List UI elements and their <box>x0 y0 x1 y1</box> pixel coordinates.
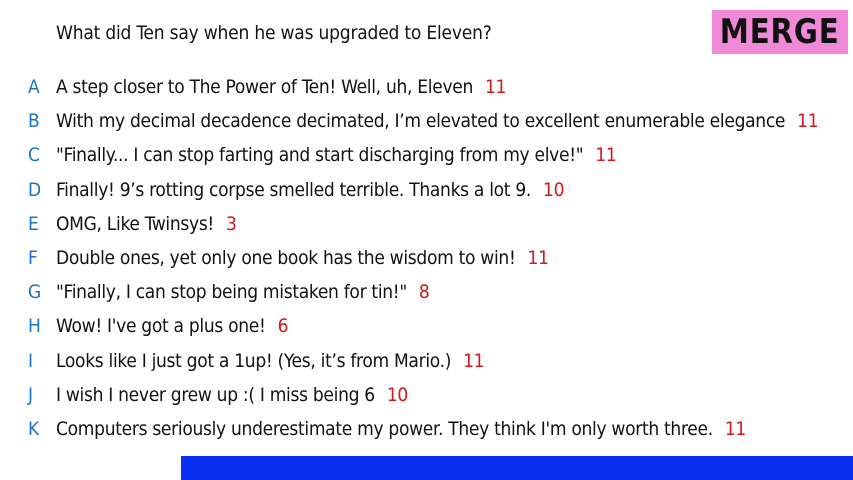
answer-letter: J <box>28 383 34 406</box>
answer-text: OMG, Like Twinsys! 3 <box>56 212 237 235</box>
answer-score: 11 <box>724 417 746 440</box>
answer-row-h: H Wow! I've got a plus one! 6 <box>0 309 853 343</box>
answer-score: 11 <box>485 76 507 99</box>
answer-text: Looks like I just got a 1up! (Yes, it’s … <box>56 349 485 372</box>
answer-row-b: B With my decimal decadence decimated, I… <box>0 104 853 138</box>
answer-score: 11 <box>527 247 549 270</box>
answer-letter: C <box>28 144 40 167</box>
answer-letter: E <box>28 212 39 235</box>
answer-row-c: C "Finally... I can stop farting and sta… <box>0 138 853 172</box>
answer-list: A A step closer to The Power of Ten! Wel… <box>0 70 853 446</box>
answer-letter: G <box>28 281 42 304</box>
answer-row-k: K Computers seriously underestimate my p… <box>0 412 853 446</box>
merge-badge-label: MERGE <box>720 12 840 52</box>
answer-text: "Finally, I can stop being mistaken for … <box>56 281 430 304</box>
answer-row-g: G "Finally, I can stop being mistaken fo… <box>0 275 853 309</box>
answer-text: Double ones, yet only one book has the w… <box>56 247 549 270</box>
answer-text: A step closer to The Power of Ten! Well,… <box>56 76 507 99</box>
answer-text: Computers seriously underestimate my pow… <box>56 417 746 440</box>
merge-badge: MERGE <box>712 10 848 54</box>
answer-letter: K <box>28 417 40 440</box>
answer-score: 3 <box>225 212 237 235</box>
answer-row-d: D Finally! 9’s rotting corpse smelled te… <box>0 173 853 207</box>
bottom-bar <box>181 456 853 480</box>
answer-row-i: I Looks like I just got a 1up! (Yes, it’… <box>0 344 853 378</box>
answer-score: 11 <box>595 144 617 167</box>
answer-row-e: E OMG, Like Twinsys! 3 <box>0 207 853 241</box>
answer-row-a: A A step closer to The Power of Ten! Wel… <box>0 70 853 104</box>
answer-text: I wish I never grew up :( I miss being 6… <box>56 383 409 406</box>
answer-text: Finally! 9’s rotting corpse smelled terr… <box>56 178 565 201</box>
answer-text: "Finally... I can stop farting and start… <box>56 144 617 167</box>
answer-letter: H <box>28 315 41 338</box>
answer-score: 10 <box>386 383 409 406</box>
answer-letter: A <box>28 76 40 99</box>
answer-letter: B <box>28 110 40 133</box>
answer-letter: D <box>28 178 42 201</box>
answer-letter: I <box>28 349 34 372</box>
question-title: What did Ten say when he was upgraded to… <box>56 22 492 44</box>
answer-text: Wow! I've got a plus one! 6 <box>56 315 289 338</box>
answer-score: 11 <box>797 110 819 133</box>
answer-letter: F <box>28 247 38 270</box>
answer-text: With my decimal decadence decimated, I’m… <box>56 110 819 133</box>
answer-score: 11 <box>463 349 485 372</box>
answer-score: 10 <box>543 178 565 201</box>
answer-score: 6 <box>277 315 289 338</box>
answer-score: 8 <box>418 281 430 304</box>
answer-row-j: J I wish I never grew up :( I miss being… <box>0 378 853 412</box>
answer-row-f: F Double ones, yet only one book has the… <box>0 241 853 275</box>
